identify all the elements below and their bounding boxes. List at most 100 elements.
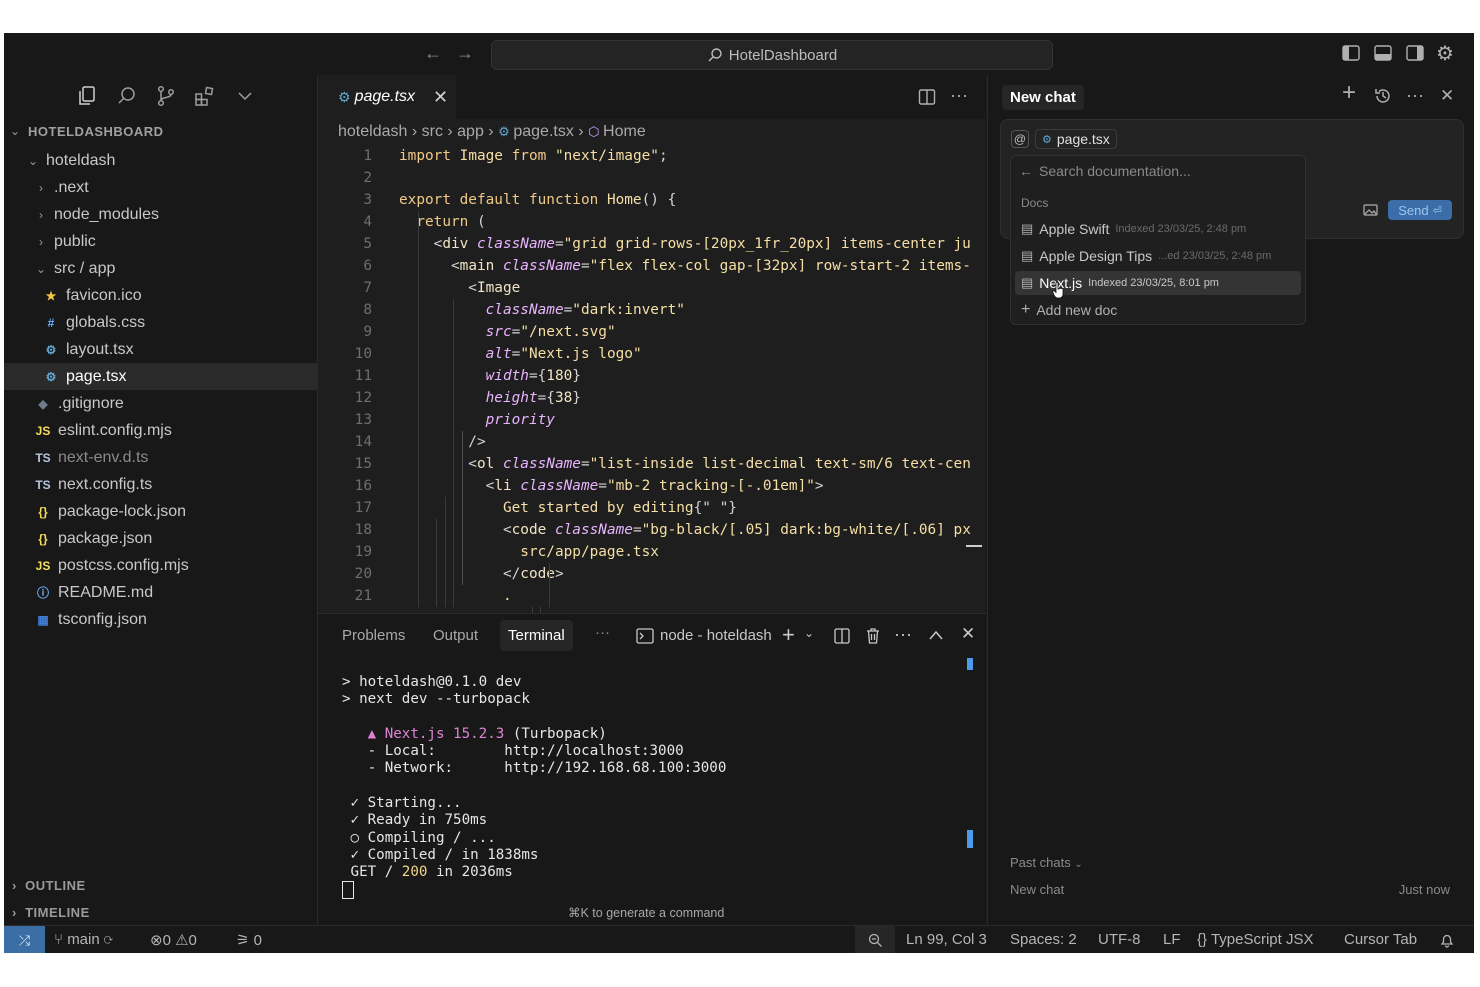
breadcrumb: hoteldash › src › app › ⚙ page.tsx › ⬡ H… (338, 123, 646, 141)
problems-indicator[interactable]: ⊗0 ⚠0 (150, 931, 197, 949)
tree-folder[interactable]: › .next (4, 174, 317, 201)
panel-more-tabs[interactable]: ··· (595, 624, 610, 641)
error-count: 0 (162, 932, 171, 949)
tree-item-label: README.md (58, 583, 154, 601)
zoom-button[interactable] (855, 926, 895, 953)
mention-icon[interactable]: @ (1011, 130, 1029, 148)
context-chip[interactable]: ⚙ page.tsx (1035, 129, 1117, 149)
code-text: import Image from "next/image"; (399, 148, 668, 164)
code-text: </code> (399, 566, 564, 582)
chevron-right-icon: › (573, 123, 589, 140)
tree-file[interactable]: TS next.config.ts (4, 471, 317, 498)
indent-guide (444, 497, 446, 607)
source-control-icon[interactable] (155, 85, 177, 107)
remote-button[interactable]: ⤮ (4, 926, 45, 953)
line-ending[interactable]: LF (1163, 931, 1181, 948)
indent-guide (418, 211, 420, 607)
chevron-right-icon: › (39, 180, 43, 195)
tree-file[interactable]: ★ favicon.ico (4, 282, 317, 309)
indentation[interactable]: Spaces: 2 (1010, 931, 1077, 948)
send-label: Send (1398, 202, 1429, 218)
plus-icon[interactable]: + (1342, 79, 1356, 107)
tree-file[interactable]: ▦ tsconfig.json (4, 606, 317, 633)
chevron-right-icon: › (442, 123, 458, 140)
react-file-icon: ⚙ (498, 124, 514, 139)
tree-folder[interactable]: ⌄ hoteldash (4, 147, 317, 174)
plus-icon[interactable]: + (782, 622, 795, 648)
split-terminal-icon[interactable] (834, 628, 850, 644)
files-icon[interactable] (76, 85, 98, 107)
tree-file[interactable]: {} package-lock.json (4, 498, 317, 525)
docs-search[interactable]: ← Search documentation... (1019, 163, 1191, 179)
close-icon[interactable]: ✕ (961, 624, 975, 644)
breadcrumb-segment[interactable]: app (457, 123, 484, 140)
command-search-box[interactable]: HotelDashboard (491, 40, 1053, 70)
chat-title[interactable]: New chat (1002, 85, 1084, 110)
chevron-down-icon[interactable]: ⌄ (804, 626, 814, 640)
tree-file[interactable]: ⚙ page.tsx (4, 363, 317, 390)
doc-item[interactable]: ▤ Apple Swift Indexed 23/03/25, 2:48 pm (1015, 217, 1301, 241)
tree-file[interactable]: JS eslint.config.mjs (4, 417, 317, 444)
close-icon[interactable]: ✕ (1440, 86, 1454, 106)
tab-page-tsx[interactable]: ⚙ page.tsx ✕ (318, 75, 456, 119)
tree-file[interactable]: TS next-env.d.ts (4, 444, 317, 471)
send-button[interactable]: Send ⏎ (1388, 200, 1452, 220)
tab-terminal[interactable]: Terminal (500, 620, 573, 651)
tree-file[interactable]: # globals.css (4, 309, 317, 336)
toggle-sidebar-icon[interactable] (1342, 44, 1360, 62)
language-mode[interactable]: {} TypeScript JSX (1197, 931, 1313, 948)
bell-icon[interactable] (1440, 933, 1454, 948)
search-icon[interactable] (116, 85, 138, 107)
more-actions-icon[interactable]: ··· (950, 85, 968, 106)
tree-folder[interactable]: › public (4, 228, 317, 255)
tree-file[interactable]: JS postcss.config.mjs (4, 552, 317, 579)
cursor-tab-status[interactable]: Cursor Tab (1344, 931, 1417, 948)
toggle-secondary-sidebar-icon[interactable] (1406, 44, 1424, 62)
more-actions-icon[interactable]: ··· (1406, 85, 1424, 106)
gear-icon[interactable]: ⚙ (1436, 41, 1454, 66)
arrow-left-icon[interactable]: ← (424, 43, 442, 64)
line-number: 10 (354, 346, 372, 362)
breadcrumb-segment[interactable]: page.tsx (513, 123, 573, 140)
timeline-section[interactable]: › TIMELINE (12, 905, 90, 920)
branch-indicator[interactable]: ⑂ main ⟳ (54, 931, 113, 948)
encoding[interactable]: UTF-8 (1098, 931, 1141, 948)
tree-folder[interactable]: › node_modules (4, 201, 317, 228)
code-view[interactable]: 1 import Image from "next/image"; 2 3 export… (318, 145, 986, 613)
cursor-position[interactable]: Ln 99, Col 3 (906, 931, 987, 948)
add-new-doc[interactable]: + Add new doc (1021, 298, 1307, 322)
tree-folder[interactable]: ⌄ src / app (4, 255, 317, 282)
past-chat-item[interactable]: New chat Just now (1010, 882, 1450, 897)
more-actions-icon[interactable]: ··· (894, 624, 912, 645)
tree-item-label: next-env.d.ts (58, 448, 149, 466)
tree-file[interactable]: ⚙ layout.tsx (4, 336, 317, 363)
terminal-selector[interactable]: node - hoteldash (636, 627, 772, 644)
tab-output[interactable]: Output (433, 627, 478, 644)
line-number: 3 (363, 192, 372, 208)
docs-search-placeholder: Search documentation... (1039, 163, 1191, 179)
close-icon[interactable]: ✕ (433, 87, 448, 108)
image-icon[interactable] (1363, 204, 1378, 216)
chevron-down-icon[interactable] (234, 85, 256, 107)
explorer-root[interactable]: ⌄ HOTELDASHBOARD (4, 119, 317, 143)
terminal-output[interactable]: > hoteldash@0.1.0 dev > next dev --turbop… (342, 674, 726, 882)
ports-indicator[interactable]: ⚞ 0 (236, 931, 262, 949)
past-chats-toggle[interactable]: Past chats ⌄ (1010, 855, 1083, 870)
breadcrumb-segment[interactable]: hoteldash (338, 123, 407, 140)
arrow-right-icon[interactable]: → (456, 43, 474, 64)
breadcrumb-segment[interactable]: Home (603, 123, 646, 140)
tree-file[interactable]: {} package.json (4, 525, 317, 552)
tree-file[interactable]: ⓘ README.md (4, 579, 317, 606)
breadcrumb-segment[interactable]: src (422, 123, 443, 140)
extensions-icon[interactable] (194, 85, 216, 107)
split-editor-icon[interactable] (918, 88, 936, 106)
tab-problems[interactable]: Problems (342, 627, 405, 644)
doc-item[interactable]: ▤ Apple Design Tips ...ed 23/03/25, 2:48 p… (1015, 244, 1301, 268)
line-number: 14 (354, 434, 372, 450)
trash-icon[interactable] (865, 627, 881, 644)
outline-section[interactable]: › OUTLINE (12, 878, 86, 893)
chevron-up-icon[interactable] (928, 628, 944, 642)
toggle-panel-icon[interactable] (1374, 44, 1392, 62)
history-icon[interactable] (1374, 87, 1392, 105)
tree-file[interactable]: ◆ .gitignore (4, 390, 317, 417)
